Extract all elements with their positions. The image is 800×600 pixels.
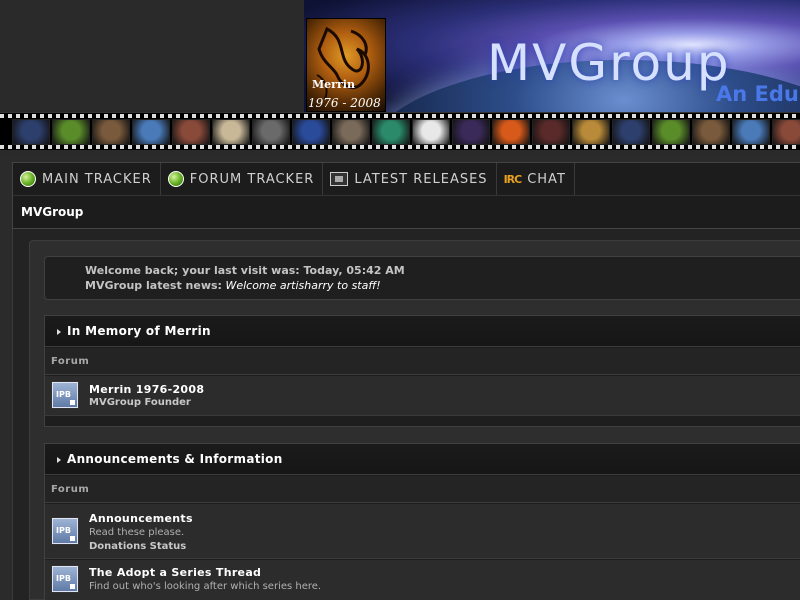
last-visit-text: Welcome back; your last visit was: Today…	[85, 264, 405, 277]
dolphin-icon	[132, 119, 170, 145]
explosion-icon	[492, 119, 530, 145]
portrait-icon	[92, 119, 130, 145]
memorial-name: Merrin	[312, 78, 355, 91]
panda-icon	[412, 119, 450, 145]
forum-status-icon: IPB	[52, 566, 78, 592]
category-announcements: Announcements & Information Forum IPB An…	[44, 443, 800, 600]
forum-name-link[interactable]: The Adopt a Series Thread	[89, 566, 261, 579]
tab-main-tracker[interactable]: MAIN TRACKER	[13, 163, 161, 195]
breadcrumb-home-link[interactable]: MVGroup	[21, 205, 83, 219]
tab-chat[interactable]: IRC CHAT	[497, 163, 575, 195]
category-header: In Memory of Merrin	[45, 316, 800, 347]
tab-forum-tracker[interactable]: FORUM TRACKER	[161, 163, 324, 195]
forum-status-icon: IPB	[52, 518, 78, 544]
forum-column-label: Forum	[51, 356, 90, 367]
lightning-icon	[612, 119, 650, 145]
bearded-man-icon	[252, 119, 290, 145]
tab-label: LATEST RELEASES	[354, 171, 488, 187]
category-in-memory: In Memory of Merrin Forum IPB Merrin 197…	[44, 315, 800, 427]
green-orb-icon	[20, 171, 36, 187]
tab-latest-releases[interactable]: LATEST RELEASES	[323, 163, 497, 195]
site-logo[interactable]: MVGroup	[487, 34, 731, 92]
portrait-icon	[692, 119, 730, 145]
news-label: MVGroup latest news:	[85, 279, 222, 292]
irc-icon: IRC	[503, 172, 523, 186]
woman-portrait-icon	[772, 119, 800, 145]
subforum-link[interactable]: Donations Status	[89, 541, 186, 552]
category-title[interactable]: In Memory of Merrin	[67, 324, 211, 338]
news-link[interactable]: Welcome artisharry to staff!	[225, 279, 380, 292]
forum-description: Find out who's looking after which serie…	[89, 581, 322, 592]
tab-label: MAIN TRACKER	[42, 171, 152, 187]
dinosaur-skeleton-icon	[212, 119, 250, 145]
forum-row: IPB The Adopt a Series Thread Find out w…	[45, 560, 800, 600]
forum-icon-label: IPB	[56, 390, 71, 399]
forum-description: Read these please.	[89, 527, 185, 538]
forum-row: IPB Merrin 1976-2008 MVGroup Founder	[45, 376, 800, 416]
tab-label: FORUM TRACKER	[189, 171, 315, 187]
forum-name-link[interactable]: Merrin 1976-2008	[89, 383, 204, 396]
tree-icon	[532, 119, 570, 145]
earth-icon	[292, 119, 330, 145]
collapse-arrow-icon[interactable]	[57, 457, 61, 463]
film-frames	[12, 119, 800, 145]
galaxy-icon	[452, 119, 490, 145]
memorial-dates: 1976 - 2008	[308, 96, 381, 110]
frog-icon	[52, 119, 90, 145]
film-icon	[330, 172, 349, 186]
green-orb-icon	[167, 171, 184, 187]
welcome-box: Welcome back; your last visit was: Today…	[44, 256, 800, 300]
site-banner: Merrin 1976 - 2008 MVGroup An Edu	[0, 0, 800, 155]
presenter-icon	[332, 119, 370, 145]
statue-icon	[572, 119, 610, 145]
lightning-icon	[12, 119, 50, 145]
film-perforation-bottom	[0, 145, 800, 149]
subforum-link[interactable]: MVGroup Founder	[89, 397, 191, 408]
forum-icon-label: IPB	[56, 526, 71, 535]
breadcrumb-bar: MVGroup	[12, 195, 800, 229]
film-strip	[0, 112, 800, 150]
category-title[interactable]: Announcements & Information	[67, 452, 283, 466]
site-tagline: An Edu	[716, 82, 799, 106]
column-header: Forum	[45, 348, 800, 375]
woman-portrait-icon	[172, 119, 210, 145]
forum-status-icon: IPB	[52, 382, 78, 408]
collapse-arrow-icon[interactable]	[57, 329, 61, 335]
forum-name-link[interactable]: Announcements	[89, 512, 193, 525]
forum-column-label: Forum	[51, 484, 90, 495]
main-navigation: MAIN TRACKER FORUM TRACKER LATEST RELEAS…	[12, 162, 800, 195]
latest-news: MVGroup latest news: Welcome artisharry …	[85, 279, 381, 292]
forum-icon-label: IPB	[56, 574, 71, 583]
film-perforation-top	[0, 114, 800, 118]
frog-icon	[652, 119, 690, 145]
forum-row: IPB Announcements Read these please. Don…	[45, 504, 800, 559]
category-header: Announcements & Information	[45, 444, 800, 475]
dna-icon	[372, 119, 410, 145]
dolphin-icon	[732, 119, 770, 145]
tab-label: CHAT	[527, 171, 566, 187]
column-header: Forum	[45, 476, 800, 503]
